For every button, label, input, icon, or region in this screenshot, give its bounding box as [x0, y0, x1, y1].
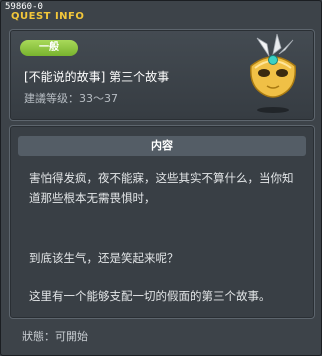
quest-header-panel: 一般 [不能说的故事] 第三个故事 建議等级：33～37 [9, 29, 315, 121]
window-title: QUEST INFO [11, 11, 85, 22]
category-badge: 一般 [20, 40, 78, 56]
quest-title: [不能说的故事] 第三个故事 [24, 70, 170, 84]
level-range: 建議等级：33～37 [24, 92, 118, 105]
mask-gem [268, 55, 278, 65]
description-paragraph-1: 害怕得发疯，夜不能寐，这些其实不算什么，当你知道那些根本无需畏惧时， [29, 171, 294, 205]
mask-eye-right [276, 69, 288, 77]
mask-shadow [257, 107, 289, 113]
mask-feather-left [256, 37, 270, 57]
quest-content-panel: 内容 害怕得发疯，夜不能寐，这些其实不算什么，当你知道那些根本无需畏惧时， 到底… [9, 125, 315, 319]
golden-masquerade-mask-icon [243, 33, 303, 118]
quest-info-window: 59860-0 QUEST INFO 一般 [不能说的故事] 第三个故事 建議等… [0, 0, 322, 356]
mask-eye-left [258, 69, 270, 77]
description-paragraph-2: 到底该生气，还是笑起来呢？ [29, 251, 179, 265]
description-paragraph-3: 这里有一个能够支配一切的假面的第三个故事。 [29, 289, 271, 303]
content-section-header: 内容 [18, 136, 306, 156]
mask-feather-top [272, 33, 282, 55]
quest-status: 狀態：可開始 [22, 330, 88, 343]
